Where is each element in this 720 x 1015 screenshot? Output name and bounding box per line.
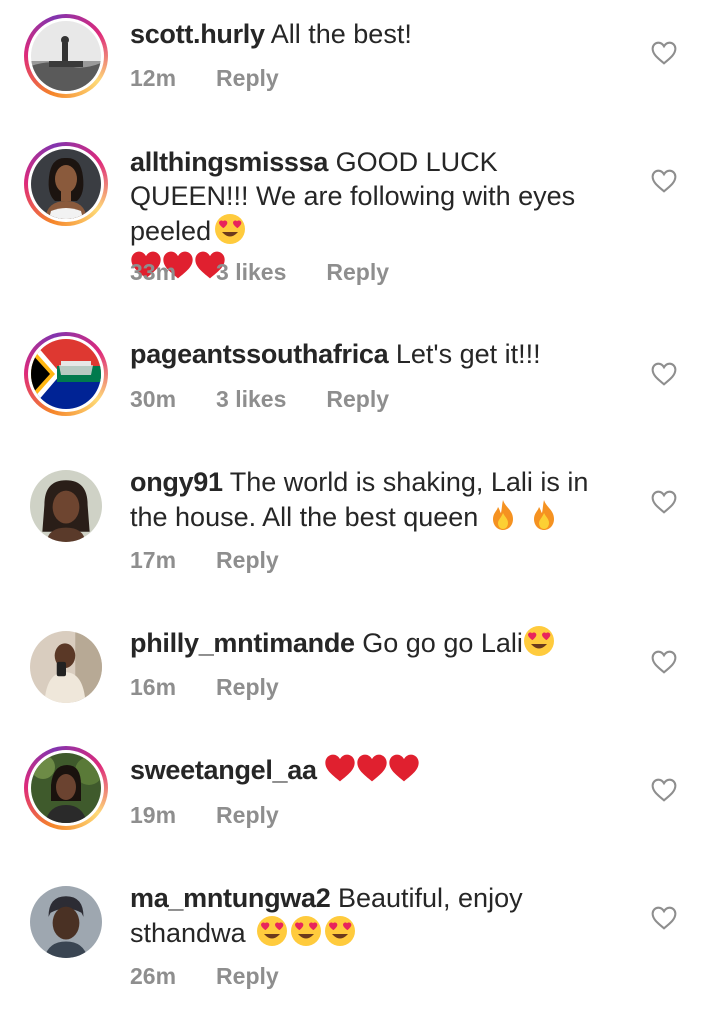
comment-text: philly_mntimande Go go go Lali	[130, 625, 610, 660]
comment-meta: 17m Reply	[130, 547, 319, 574]
reply-button[interactable]: Reply	[216, 674, 279, 701]
comment-time: 26m	[130, 963, 177, 989]
woman-headwrap-avatar	[30, 886, 102, 958]
avatar[interactable]	[24, 332, 108, 416]
heart-icon[interactable]	[651, 906, 677, 930]
heart-icon[interactable]	[651, 490, 677, 514]
hearts-emoji-group	[324, 755, 420, 785]
heart-icon[interactable]	[651, 169, 677, 193]
comment-text: ma_mntungwa2 Beautiful, enjoy sthandwa	[130, 881, 610, 950]
comment-likes[interactable]: 3 likes	[216, 259, 286, 286]
red-heart-icon	[356, 753, 388, 783]
comment-time: 19m	[130, 802, 177, 828]
avatar[interactable]	[24, 142, 108, 226]
comment-username[interactable]: pageantssouthafrica	[130, 339, 389, 369]
red-heart-icon	[388, 753, 420, 783]
comment-time: 33m	[130, 259, 177, 285]
comment-text: scott.hurly All the best!	[130, 17, 610, 51]
woman-outdoor-avatar	[31, 753, 101, 823]
comment-username[interactable]: allthingsmisssa	[130, 147, 328, 177]
avatar[interactable]	[24, 14, 108, 98]
woman-portrait-avatar	[31, 149, 101, 219]
comment-time: 12m	[130, 65, 177, 91]
avatar[interactable]	[24, 746, 108, 830]
heart-eyes-emoji-icon	[523, 625, 555, 657]
comment-meta: 12m Reply	[130, 65, 319, 92]
reply-button[interactable]: Reply	[216, 547, 279, 574]
comment-body: Let's get it!!!	[395, 339, 541, 369]
comment-text: ongy91 The world is shaking, Lali is in …	[130, 465, 610, 534]
person-on-hill-avatar	[31, 21, 101, 91]
fire-emoji-icon	[530, 499, 558, 531]
comment-meta: 16m Reply	[130, 674, 319, 701]
comment-meta: 30m 3 likes Reply	[130, 386, 429, 413]
red-heart-icon	[324, 753, 356, 783]
comment-time: 30m	[130, 386, 177, 412]
comment-text: sweetangel_aa	[130, 753, 610, 787]
south-africa-flag-avatar	[31, 339, 101, 409]
comment-meta: 26m Reply	[130, 963, 319, 990]
reply-button[interactable]: Reply	[216, 802, 279, 829]
avatar[interactable]	[30, 886, 102, 958]
reply-button[interactable]: Reply	[326, 259, 389, 286]
comment-body: All the best!	[270, 19, 412, 49]
heart-eyes-emoji-icon	[290, 915, 322, 947]
man-selfie-avatar	[30, 631, 102, 703]
heart-eyes-emoji-icon	[256, 915, 288, 947]
avatar[interactable]	[30, 631, 102, 703]
comment-time: 16m	[130, 674, 177, 700]
comment-likes[interactable]: 3 likes	[216, 386, 286, 413]
comment-body: Go go go Lali	[362, 628, 523, 658]
woman-braids-avatar	[30, 470, 102, 542]
heart-eyes-emoji-icon	[214, 213, 246, 245]
comment-username[interactable]: ongy91	[130, 467, 223, 497]
reply-button[interactable]: Reply	[216, 963, 279, 990]
comment-username[interactable]: scott.hurly	[130, 19, 265, 49]
comment-time: 17m	[130, 547, 177, 573]
fire-emoji-icon	[489, 499, 517, 531]
comment-username[interactable]: sweetangel_aa	[130, 755, 317, 785]
comment-meta: 33m 3 likes Reply	[130, 259, 429, 286]
reply-button[interactable]: Reply	[326, 386, 389, 413]
reply-button[interactable]: Reply	[216, 65, 279, 92]
heart-icon[interactable]	[651, 650, 677, 674]
avatar[interactable]	[30, 470, 102, 542]
comment-meta: 19m Reply	[130, 802, 319, 829]
heart-eyes-emoji-icon	[324, 915, 356, 947]
heart-icon[interactable]	[651, 778, 677, 802]
heart-icon[interactable]	[651, 41, 677, 65]
comment-text: pageantssouthafrica Let's get it!!!	[130, 337, 610, 371]
heart-icon[interactable]	[651, 362, 677, 386]
comment-username[interactable]: philly_mntimande	[130, 628, 355, 658]
comment-username[interactable]: ma_mntungwa2	[130, 883, 331, 913]
